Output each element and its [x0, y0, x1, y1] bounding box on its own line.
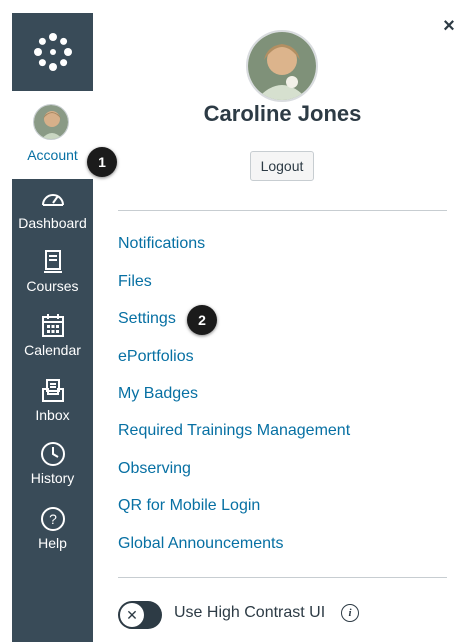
high-contrast-toggle[interactable]: ✕ [118, 601, 162, 629]
nav-item-inbox[interactable]: Inbox [12, 371, 93, 435]
nav-item-dashboard[interactable]: Dashboard [12, 179, 93, 243]
nav-item-label: Dashboard [18, 215, 87, 231]
logout-button[interactable]: Logout [250, 151, 314, 181]
link-required-trainings-management[interactable]: Required Trainings Management [118, 422, 350, 440]
link-notifications[interactable]: Notifications [118, 235, 205, 253]
nav-item-calendar[interactable]: Calendar [12, 306, 93, 370]
link-global-announcements[interactable]: Global Announcements [118, 535, 283, 553]
divider [118, 210, 447, 211]
link-observing[interactable]: Observing [118, 460, 191, 478]
nav-item-label: Inbox [35, 407, 70, 423]
divider [118, 577, 447, 578]
nav-item-help[interactable]: ? Help [12, 499, 93, 563]
link-settings[interactable]: Settings [118, 310, 176, 328]
inbox-icon [42, 379, 64, 402]
link-qr-for-mobile-login[interactable]: QR for Mobile Login [118, 497, 260, 515]
nav-item-history[interactable]: History [12, 434, 93, 498]
svg-text:?: ? [49, 511, 57, 527]
nav-item-label: Account [27, 147, 78, 163]
nav-item-account[interactable]: Account [12, 91, 93, 179]
info-icon[interactable]: i [341, 604, 359, 622]
canvas-logo[interactable] [12, 13, 93, 91]
nav-item-label: Calendar [24, 342, 81, 358]
calendar-icon [42, 314, 64, 337]
link-files[interactable]: Files [118, 273, 152, 291]
close-icon: ✕ [120, 603, 144, 627]
account-avatar [33, 104, 69, 140]
courses-icon [44, 250, 62, 273]
nav-item-courses[interactable]: Courses [12, 242, 93, 306]
history-icon [41, 442, 65, 466]
link-eportfolios[interactable]: ePortfolios [118, 348, 194, 366]
profile-avatar [246, 30, 318, 102]
nav-item-label: Help [38, 535, 67, 551]
help-icon: ? [41, 507, 65, 531]
link-my-badges[interactable]: My Badges [118, 385, 198, 403]
step-callout-2: 2 [187, 305, 217, 335]
canvas-logo-icon [33, 33, 72, 71]
nav-item-label: Courses [26, 278, 79, 294]
close-tray-button[interactable]: × [439, 16, 459, 36]
step-callout-1: 1 [87, 147, 117, 177]
nav-item-label: History [30, 470, 75, 486]
dashboard-icon [42, 194, 64, 206]
high-contrast-label: Use High Contrast UI [174, 604, 326, 621]
user-name: Caroline Jones [203, 101, 362, 126]
global-navigation: Account Dashboard Courses Calendar Inbox… [12, 13, 93, 642]
